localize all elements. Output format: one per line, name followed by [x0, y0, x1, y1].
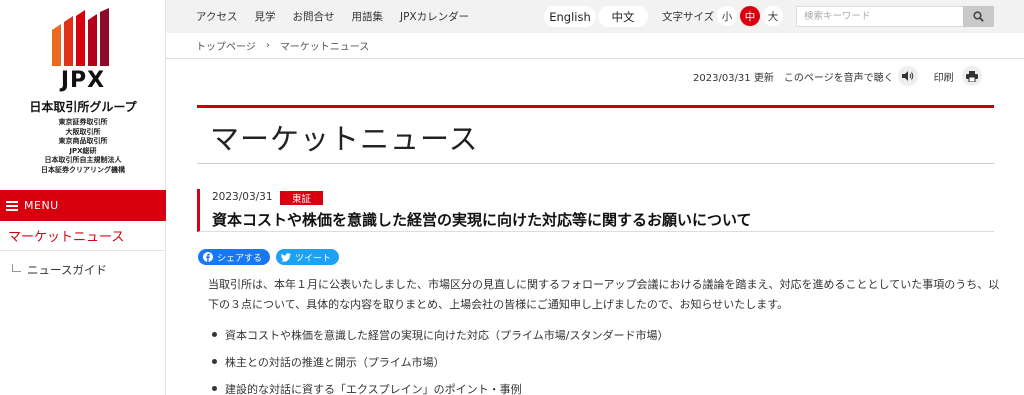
list-item-text: 株主との対話の推進と開示（プライム市場）	[225, 355, 445, 369]
logo-subsidiaries: 東京証券取引所 大阪取引所 東京商品取引所 JPX総研 日本取引所自主規制法人 …	[0, 118, 166, 175]
category-badge: 東証	[280, 191, 324, 205]
twitter-tweet-button[interactable]: ツイート	[276, 249, 340, 265]
print-link[interactable]: 印刷	[934, 69, 954, 84]
list-item-text: 資本コストや株価を意識した経営の実現に向けた対応（プライム市場/スタンダード市場…	[225, 328, 669, 342]
logo-subsidiary: 大阪取引所	[65, 127, 101, 136]
page-utility-bar: 2023/03/31 更新 このページを音声で聴く 印刷	[693, 66, 982, 86]
search-icon	[973, 11, 984, 22]
list-item-text: 建設的な対話に資する「エクスプレイン」のポイント・事例	[225, 382, 522, 395]
nav-link-tour[interactable]: 見学	[254, 9, 275, 24]
breadcrumb-separator: ›	[265, 40, 270, 51]
sidebar: JPX 日本取引所グループ 東京証券取引所 大阪取引所 東京商品取引所 JPX総…	[0, 0, 166, 395]
heading-accent-rule	[197, 105, 994, 108]
breadcrumb-home[interactable]: トップページ	[196, 38, 256, 53]
bullet-dot	[212, 359, 217, 364]
facebook-share-button[interactable]: シェアする	[198, 249, 271, 265]
share-buttons: シェアする ツイート	[198, 249, 345, 265]
heading-divider	[197, 163, 994, 164]
jpx-logo[interactable]: JPX 日本取引所グループ 東京証券取引所 大阪取引所 東京商品取引所 JPX総…	[0, 0, 166, 190]
last-updated-text: 2023/03/31 更新	[693, 72, 774, 84]
facebook-icon	[203, 252, 213, 262]
nav-link-contact[interactable]: お問合せ	[292, 9, 334, 24]
sidebar-item-market-news[interactable]: マーケットニュース	[0, 221, 166, 251]
list-item: 資本コストや株価を意識した経営の実現に向けた対応（プライム市場/スタンダード市場…	[212, 321, 668, 348]
bullet-dot	[212, 386, 217, 391]
nav-link-glossary[interactable]: 用語集	[351, 9, 383, 24]
breadcrumb: トップページ › マーケットニュース	[166, 33, 1024, 59]
logo-subsidiary: 東京証券取引所	[58, 118, 108, 126]
font-size-large-button[interactable]: 大	[763, 6, 783, 26]
logo-subsidiary: 日本証券クリアリング機構	[41, 165, 125, 174]
hamburger-icon	[6, 200, 18, 211]
logo-subsidiary: 東京商品取引所	[58, 137, 108, 145]
list-item: 株主との対話の推進と開示（プライム市場）	[212, 348, 668, 375]
article-date: 2023/03/31	[212, 191, 273, 203]
sidebar-item-label: ニュースガイド	[27, 263, 107, 277]
article-body: 当取引所は、本年１月に公表いたしました、市場区分の見直しに関するフォローアップ会…	[208, 278, 1000, 311]
speaker-icon[interactable]	[897, 66, 918, 86]
bullet-dot	[212, 332, 217, 337]
font-size-small-button[interactable]: 小	[717, 6, 737, 26]
nav-link-access[interactable]: アクセス	[196, 9, 237, 24]
facebook-share-label: シェアする	[217, 253, 263, 264]
utility-links: アクセス 見学 お問合せ 用語集 JPXカレンダー	[196, 0, 486, 33]
logo-group-name: 日本取引所グループ	[29, 100, 137, 114]
article-bullet-list: 資本コストや株価を意識した経営の実現に向けた対応（プライム市場/スタンダード市場…	[212, 321, 668, 395]
font-size-medium-button[interactable]: 中	[740, 6, 760, 26]
article-title: 資本コストや株価を意識した経営の実現に向けた対応等に関するお願いについて	[212, 211, 752, 229]
list-item: 建設的な対話に資する「エクスプレイン」のポイント・事例	[212, 375, 668, 395]
printer-icon[interactable]	[961, 66, 982, 86]
menu-label: MENU	[24, 199, 59, 212]
language-chinese-button[interactable]: 中文	[598, 6, 648, 27]
nav-link-calendar[interactable]: JPXカレンダー	[400, 9, 469, 24]
menu-button[interactable]: MENU	[0, 190, 166, 221]
read-aloud-link[interactable]: このページを音声で聴く	[784, 69, 894, 84]
logo-name: JPX	[60, 68, 106, 93]
top-navigation: アクセス 見学 お問合せ 用語集 JPXカレンダー English 中文 文字サ…	[166, 0, 1024, 33]
twitter-bird-icon	[281, 252, 292, 262]
font-size-label: 文字サイズ	[662, 11, 715, 23]
sidebar-item-news-guide[interactable]: ニュースガイド	[0, 256, 166, 284]
search-button[interactable]	[963, 6, 994, 27]
language-english-button[interactable]: English	[544, 6, 596, 27]
breadcrumb-current: マーケットニュース	[279, 42, 370, 53]
tree-branch-icon	[12, 264, 21, 272]
search-input[interactable]	[796, 6, 964, 27]
page-title: マーケットニュース	[210, 122, 479, 156]
article-header: 2023/03/31 東証 資本コストや株価を意識した経営の実現に向けた対応等に…	[197, 189, 994, 232]
jpx-logo-mark-icon	[52, 8, 109, 66]
logo-subsidiary: JPX総研	[69, 146, 97, 155]
logo-subsidiary: 日本取引所自主規制法人	[44, 156, 122, 164]
twitter-tweet-label: ツイート	[295, 253, 332, 264]
